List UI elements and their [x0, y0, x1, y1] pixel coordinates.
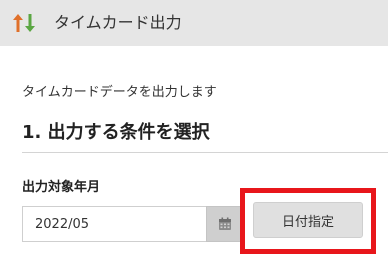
page-description: タイムカードデータを出力します [22, 85, 217, 100]
header-bar: タイムカード出力 [0, 0, 388, 46]
target-month-label: 出力対象年月 [22, 180, 101, 195]
sort-arrows-icon [13, 14, 35, 32]
calendar-button[interactable] [206, 206, 244, 242]
target-month-input[interactable] [22, 206, 206, 242]
calendar-icon [219, 217, 231, 230]
date-specify-button[interactable]: 日付指定 [253, 202, 363, 238]
page-title: タイムカード出力 [54, 13, 182, 32]
section-divider [22, 152, 388, 153]
section-heading: 1. 出力する条件を選択 [22, 122, 210, 143]
